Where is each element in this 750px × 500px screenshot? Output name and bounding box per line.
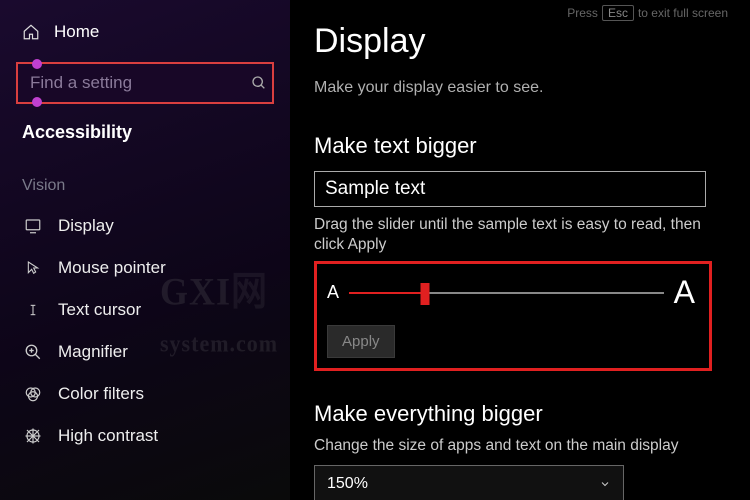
sample-text-box: Sample text <box>314 171 706 207</box>
slider-min-icon: A <box>327 282 339 303</box>
page-title: Display <box>314 22 726 61</box>
chevron-down-icon <box>599 478 611 490</box>
magnifier-icon <box>24 343 42 361</box>
scale-dropdown[interactable]: 150% <box>314 465 624 500</box>
sidebar-item-label: Mouse pointer <box>58 258 166 278</box>
slider-max-icon: A <box>674 274 695 311</box>
sidebar-item-magnifier[interactable]: Magnifier <box>14 331 276 373</box>
sidebar-item-label: Color filters <box>58 384 144 404</box>
search-input[interactable] <box>30 73 251 93</box>
vision-section-label: Vision <box>14 149 276 205</box>
color-filters-icon <box>24 385 42 403</box>
sidebar-item-high-contrast[interactable]: High contrast <box>14 415 276 457</box>
apply-button[interactable]: Apply <box>327 325 395 358</box>
display-icon <box>24 217 42 235</box>
make-everything-bigger-heading: Make everything bigger <box>314 401 726 427</box>
sidebar-item-label: High contrast <box>58 426 158 446</box>
search-box[interactable] <box>16 62 274 104</box>
page-subtitle: Make your display easier to see. <box>314 79 726 97</box>
sidebar-item-color-filters[interactable]: Color filters <box>14 373 276 415</box>
everything-bigger-description: Change the size of apps and text on the … <box>314 437 726 455</box>
mouse-pointer-icon <box>24 259 42 277</box>
make-text-bigger-heading: Make text bigger <box>314 133 726 159</box>
accessibility-heading: Accessibility <box>14 122 276 149</box>
home-icon <box>22 23 40 41</box>
sidebar-item-mouse-pointer[interactable]: Mouse pointer <box>14 247 276 289</box>
exit-fullscreen-hint: PressEscto exit full screen <box>567 6 728 20</box>
sidebar-item-text-cursor[interactable]: Text cursor <box>14 289 276 331</box>
text-cursor-icon <box>24 301 42 319</box>
sidebar-item-label: Display <box>58 216 114 236</box>
high-contrast-icon <box>24 427 42 445</box>
text-size-slider[interactable] <box>349 292 664 294</box>
slider-instruction: Drag the slider until the sample text is… <box>314 215 714 255</box>
sidebar-item-label: Magnifier <box>58 342 128 362</box>
slider-thumb[interactable] <box>420 283 429 305</box>
esc-key: Esc <box>602 5 634 21</box>
sidebar-item-display[interactable]: Display <box>14 205 276 247</box>
sidebar-home[interactable]: Home <box>14 18 276 46</box>
search-icon <box>251 75 267 91</box>
sidebar-item-label: Text cursor <box>58 300 141 320</box>
slider-fill <box>349 292 425 294</box>
highlighted-slider-region: A A Apply <box>314 261 712 371</box>
scale-value: 150% <box>327 475 368 493</box>
home-label: Home <box>54 22 99 42</box>
